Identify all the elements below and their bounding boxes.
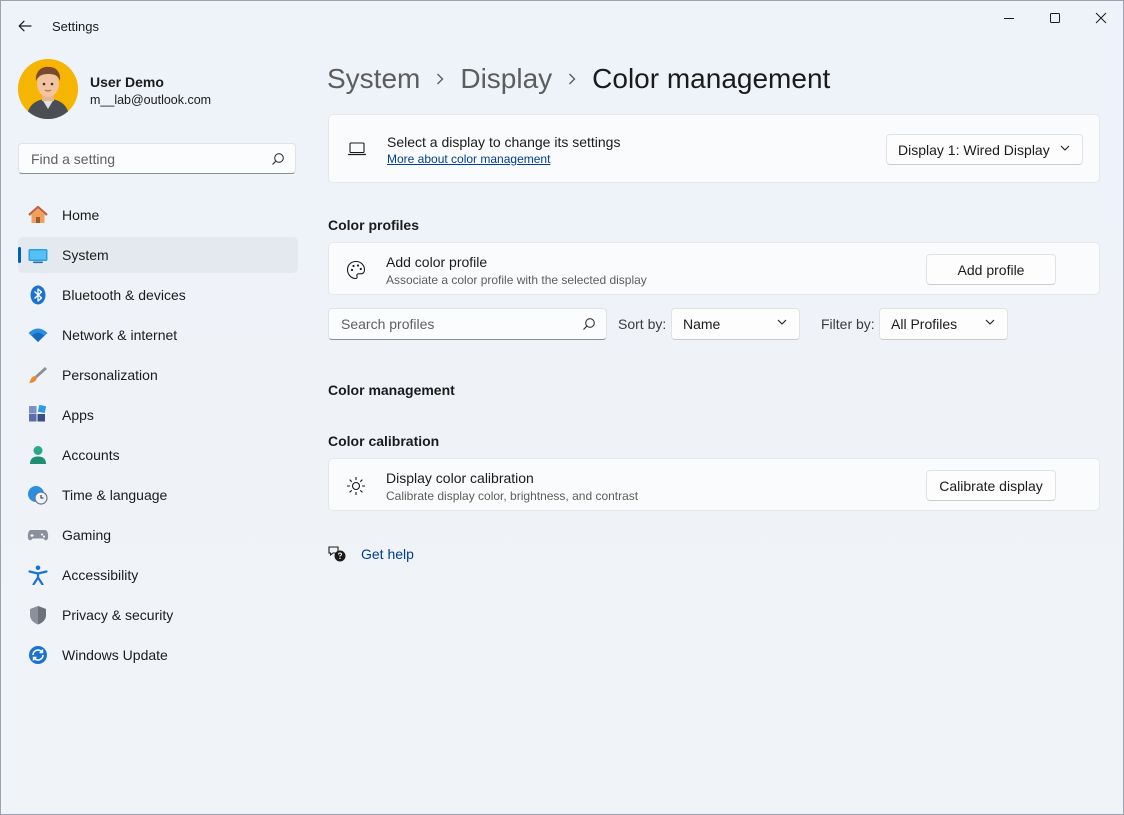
sort-by-label: Sort by: xyxy=(618,316,667,332)
accounts-icon xyxy=(27,445,49,465)
page-title: Color management xyxy=(592,63,831,94)
display-calibration-card: Display color calibration Calibrate disp… xyxy=(328,458,1100,511)
sidebar-item-label: Time & language xyxy=(62,487,168,503)
maximize-icon xyxy=(1050,13,1060,23)
clock-globe-icon xyxy=(27,485,49,505)
user-name: User Demo xyxy=(90,74,164,90)
bluetooth-icon xyxy=(27,285,49,305)
palette-icon xyxy=(346,260,366,280)
close-icon xyxy=(1095,12,1107,24)
chevron-right-icon xyxy=(568,73,576,85)
sidebar-item-label: Apps xyxy=(62,407,94,423)
search-profiles-box[interactable] xyxy=(328,308,607,340)
add-color-profile-title: Add color profile xyxy=(386,254,488,270)
title-bar: Settings xyxy=(1,1,1123,49)
accessibility-icon xyxy=(27,565,49,585)
sidebar-item-windows-update[interactable]: Windows Update xyxy=(18,637,298,673)
sidebar-item-personalization[interactable]: Personalization xyxy=(18,357,298,393)
sidebar-item-label: Accessibility xyxy=(62,567,139,583)
gamepad-icon xyxy=(27,525,49,545)
sidebar-item-home[interactable]: Home xyxy=(18,197,298,233)
user-email: m__lab@outlook.com xyxy=(90,93,212,107)
display-calibration-title: Display color calibration xyxy=(386,470,534,486)
sidebar-item-system[interactable]: System xyxy=(18,237,298,273)
close-button[interactable] xyxy=(1078,1,1124,35)
wifi-icon xyxy=(27,325,49,345)
chevron-right-icon xyxy=(436,73,444,85)
search-icon xyxy=(272,153,284,165)
chevron-down-icon xyxy=(985,319,995,325)
section-color-calibration: Color calibration xyxy=(328,433,440,449)
find-setting-search[interactable] xyxy=(18,143,296,174)
search-input[interactable] xyxy=(29,150,263,168)
update-icon xyxy=(27,645,49,665)
back-arrow-icon xyxy=(18,20,32,32)
sidebar-item-label: Gaming xyxy=(62,527,112,543)
maximize-button[interactable] xyxy=(1032,1,1078,35)
home-icon xyxy=(27,205,49,225)
section-color-management: Color management xyxy=(328,382,455,398)
display-dropdown-value: Display 1: Wired Display xyxy=(898,142,1050,158)
sidebar-item-label: Personalization xyxy=(62,367,158,383)
add-profile-button[interactable]: Add profile xyxy=(926,254,1056,285)
sidebar-item-accessibility[interactable]: Accessibility xyxy=(18,557,298,593)
minimize-icon xyxy=(1004,18,1014,19)
brightness-icon xyxy=(347,477,365,495)
sidebar-nav: Home System Bluetooth & devices Network … xyxy=(18,197,298,677)
search-icon xyxy=(583,318,595,330)
avatar[interactable] xyxy=(18,59,78,119)
app-title: Settings xyxy=(52,19,99,34)
display-select-title: Select a display to change its settings xyxy=(387,134,621,150)
sort-by-value: Name xyxy=(683,316,721,332)
sidebar-item-network[interactable]: Network & internet xyxy=(18,317,298,353)
display-dropdown[interactable]: Display 1: Wired Display xyxy=(886,134,1083,165)
sidebar-item-accounts[interactable]: Accounts xyxy=(18,437,298,473)
search-profiles-input[interactable] xyxy=(339,315,573,333)
sidebar-item-label: Privacy & security xyxy=(62,607,174,623)
shield-icon xyxy=(27,605,49,625)
add-color-profile-card: Add color profile Associate a color prof… xyxy=(328,242,1100,295)
brush-icon xyxy=(27,365,49,385)
section-color-profiles: Color profiles xyxy=(328,217,420,233)
filter-by-label: Filter by: xyxy=(821,316,875,332)
breadcrumb-display[interactable]: Display xyxy=(460,63,552,95)
filter-by-value: All Profiles xyxy=(891,316,958,332)
help-icon xyxy=(328,546,346,562)
sidebar-item-bluetooth[interactable]: Bluetooth & devices xyxy=(18,277,298,313)
sidebar-item-apps[interactable]: Apps xyxy=(18,397,298,433)
get-help-link[interactable]: Get help xyxy=(361,546,414,562)
calibrate-display-button[interactable]: Calibrate display xyxy=(926,470,1056,501)
sidebar-item-label: Accounts xyxy=(62,447,120,463)
sidebar-item-label: Home xyxy=(62,207,100,223)
apps-icon xyxy=(27,405,49,425)
user-avatar-icon xyxy=(18,59,78,119)
sidebar-item-label: Windows Update xyxy=(62,647,168,663)
chevron-down-icon xyxy=(777,319,787,325)
sidebar-item-label: Network & internet xyxy=(62,327,178,343)
sidebar-item-gaming[interactable]: Gaming xyxy=(18,517,298,553)
settings-window: Settings User Demo m__lab@outlook.com Fi… xyxy=(0,0,1124,815)
system-icon xyxy=(27,245,49,265)
back-button[interactable] xyxy=(11,13,39,39)
minimize-button[interactable] xyxy=(986,1,1032,35)
sidebar-item-privacy[interactable]: Privacy & security xyxy=(18,597,298,633)
laptop-icon xyxy=(348,142,366,156)
chevron-down-icon xyxy=(1060,145,1070,151)
sidebar-item-label: System xyxy=(62,247,109,263)
breadcrumb-system[interactable]: System xyxy=(327,63,420,95)
display-select-card: Select a display to change its settings … xyxy=(328,114,1100,183)
sort-by-dropdown[interactable]: Name xyxy=(671,308,800,340)
sidebar-item-time-language[interactable]: Time & language xyxy=(18,477,298,513)
add-color-profile-subtitle: Associate a color profile with the selec… xyxy=(386,273,647,287)
filter-by-dropdown[interactable]: All Profiles xyxy=(879,308,1008,340)
sidebar-item-label: Bluetooth & devices xyxy=(62,287,186,303)
more-about-color-management-link[interactable]: More about color management xyxy=(387,152,550,166)
display-calibration-subtitle: Calibrate display color, brightness, and… xyxy=(386,489,639,503)
breadcrumb: System Display Color management xyxy=(327,59,830,99)
